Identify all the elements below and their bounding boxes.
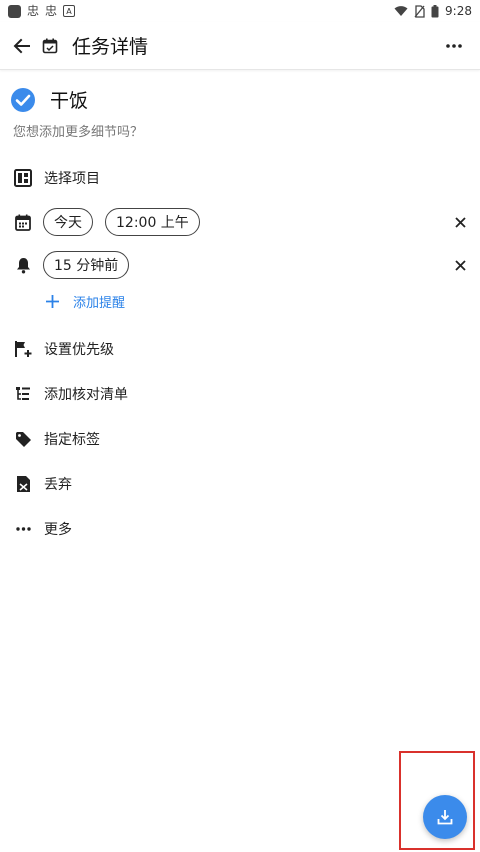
clear-reminder-button[interactable] <box>455 256 466 275</box>
clear-date-button[interactable] <box>455 213 466 232</box>
flag-plus-icon <box>12 338 34 360</box>
close-icon <box>455 216 466 228</box>
add-reminder-label: 添加提醒 <box>73 296 126 311</box>
checklist-icon <box>12 383 34 405</box>
project-board-icon <box>12 167 34 189</box>
more-row[interactable]: 更多 <box>0 509 480 549</box>
status-time: 9:28 <box>445 4 472 18</box>
select-project-row[interactable]: 选择项目 <box>0 158 480 198</box>
calendar-check-icon <box>42 38 58 53</box>
tag-icon <box>12 428 34 450</box>
task-title-row: 干饭 <box>10 86 88 113</box>
wifi-icon <box>394 6 408 16</box>
save-fab-button[interactable] <box>423 795 467 839</box>
status-bar: 忠 忠 A 9:28 <box>0 0 480 22</box>
discard-row[interactable]: 丢弃 <box>0 464 480 504</box>
no-sim-icon <box>414 4 425 18</box>
notification-box-icon: A <box>63 5 76 17</box>
add-reminder-button[interactable]: 添加提醒 <box>46 292 125 311</box>
download-icon <box>437 810 453 825</box>
notification-glyph-1: 忠 <box>27 4 40 18</box>
check-circle-icon <box>11 87 35 112</box>
app-notification-icon <box>8 4 21 18</box>
due-date-row: 今天 12:00 上午 <box>0 202 480 242</box>
battery-icon <box>431 4 439 17</box>
more-horizontal-icon <box>12 518 34 540</box>
task-title[interactable]: 干饭 <box>50 86 88 113</box>
add-checklist-row[interactable]: 添加核对清单 <box>0 374 480 414</box>
bell-icon <box>12 254 34 276</box>
close-icon <box>455 259 466 271</box>
more-options-button[interactable] <box>432 24 476 68</box>
date-chip[interactable]: 今天 <box>43 208 93 236</box>
set-priority-label: 设置优先级 <box>44 342 114 358</box>
reminder-chip[interactable]: 15 分钟前 <box>43 251 130 279</box>
time-chip[interactable]: 12:00 上午 <box>105 208 200 236</box>
reminder-row: 15 分钟前 <box>0 245 480 285</box>
calendar-icon <box>12 211 34 233</box>
notification-glyph-2: 忠 <box>45 4 58 18</box>
discard-label: 丢弃 <box>44 477 72 493</box>
back-button[interactable] <box>0 24 44 68</box>
discard-icon <box>12 473 34 495</box>
task-complete-checkbox[interactable] <box>10 87 36 113</box>
plus-icon <box>46 295 59 308</box>
more-horizontal-icon <box>446 43 462 48</box>
page-title: 任务详情 <box>72 36 149 58</box>
set-priority-row[interactable]: 设置优先级 <box>0 329 480 369</box>
add-checklist-label: 添加核对清单 <box>44 387 128 403</box>
assign-tags-label: 指定标签 <box>44 432 100 448</box>
task-details-input[interactable]: 您想添加更多细节吗？ <box>13 121 143 140</box>
select-project-label: 选择项目 <box>44 171 100 187</box>
assign-tags-row[interactable]: 指定标签 <box>0 419 480 459</box>
back-arrow-icon <box>13 38 30 53</box>
top-app-bar: 任务详情 <box>0 22 480 70</box>
more-label: 更多 <box>44 522 72 538</box>
